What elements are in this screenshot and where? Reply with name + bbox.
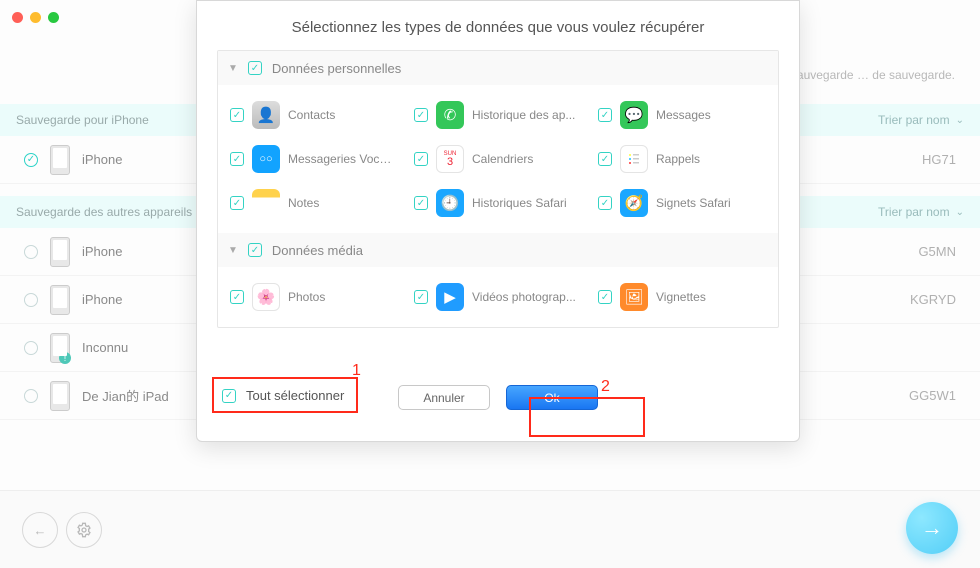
checkbox-checked-icon[interactable]	[230, 152, 244, 166]
item-calendar[interactable]: SUN3Calendriers	[406, 137, 590, 181]
checkbox-checked-icon[interactable]	[598, 108, 612, 122]
data-type-modal: Sélectionnez les types de données que vo…	[196, 0, 800, 442]
group-label: Données personnelles	[272, 61, 401, 76]
modal-title: Sélectionnez les types de données que vo…	[197, 19, 799, 36]
item-voicemail[interactable]: ○○Messageries Vocales	[222, 137, 406, 181]
checkbox-checked-icon[interactable]	[414, 108, 428, 122]
select-all-checkbox[interactable]: Tout sélectionner	[217, 383, 352, 408]
checkbox-checked-icon[interactable]	[230, 290, 244, 304]
group-header-personal[interactable]: ▼ Données personnelles	[218, 51, 778, 85]
checkbox-checked-icon[interactable]	[598, 152, 612, 166]
item-contacts[interactable]: 👤Contacts	[222, 93, 406, 137]
item-call-history[interactable]: ✆Historique des ap...	[406, 93, 590, 137]
safari-history-icon: 🕘	[436, 189, 464, 217]
item-thumbnails[interactable]: 🖼Vignettes	[590, 275, 774, 319]
media-items-grid: 🌸Photos ▶Vidéos photograp... 🖼Vignettes	[218, 267, 778, 327]
disclosure-triangle-icon: ▼	[228, 245, 238, 256]
checkbox-checked-icon[interactable]	[414, 290, 428, 304]
calendar-icon: SUN3	[436, 145, 464, 173]
item-reminders[interactable]: Rappels	[590, 137, 774, 181]
modal-buttons: Annuler Ok	[398, 385, 598, 410]
annotation-label-2: 2	[601, 378, 610, 396]
select-all-label: Tout sélectionner	[246, 388, 344, 403]
safari-bookmarks-icon: 🧭	[620, 189, 648, 217]
checkbox-checked-icon[interactable]	[222, 389, 236, 403]
modal-panel: ▼ Données personnelles 👤Contacts ✆Histor…	[217, 50, 779, 328]
modal-footer: Tout sélectionner Annuler Ok	[197, 371, 799, 427]
item-notes[interactable]: Notes	[222, 181, 406, 225]
personal-items-grid: 👤Contacts ✆Historique des ap... 💬Message…	[218, 85, 778, 233]
photos-icon: 🌸	[252, 283, 280, 311]
item-messages[interactable]: 💬Messages	[590, 93, 774, 137]
group-header-media[interactable]: ▼ Données média	[218, 233, 778, 267]
voicemail-icon: ○○	[252, 145, 280, 173]
reminders-icon	[620, 145, 648, 173]
annotation-label-1: 1	[352, 362, 361, 380]
item-safari-bookmarks[interactable]: 🧭Signets Safari	[590, 181, 774, 225]
contacts-icon: 👤	[252, 101, 280, 129]
item-photos[interactable]: 🌸Photos	[222, 275, 406, 319]
checkbox-checked-icon[interactable]	[248, 243, 262, 257]
videos-icon: ▶	[436, 283, 464, 311]
checkbox-checked-icon[interactable]	[414, 196, 428, 210]
disclosure-triangle-icon: ▼	[228, 63, 238, 74]
checkbox-checked-icon[interactable]	[598, 290, 612, 304]
item-videos[interactable]: ▶Vidéos photograp...	[406, 275, 590, 319]
cancel-button[interactable]: Annuler	[398, 385, 490, 410]
ok-button[interactable]: Ok	[506, 385, 598, 410]
thumbnails-icon: 🖼	[620, 283, 648, 311]
checkbox-checked-icon[interactable]	[248, 61, 262, 75]
checkbox-checked-icon[interactable]	[414, 152, 428, 166]
checkbox-checked-icon[interactable]	[230, 196, 244, 210]
group-label: Données média	[272, 243, 363, 258]
message-icon: 💬	[620, 101, 648, 129]
checkbox-checked-icon[interactable]	[598, 196, 612, 210]
phone-icon: ✆	[436, 101, 464, 129]
checkbox-checked-icon[interactable]	[230, 108, 244, 122]
modal-overlay: Sélectionnez les types de données que vo…	[0, 0, 980, 568]
notes-icon	[252, 189, 280, 217]
item-safari-history[interactable]: 🕘Historiques Safari	[406, 181, 590, 225]
